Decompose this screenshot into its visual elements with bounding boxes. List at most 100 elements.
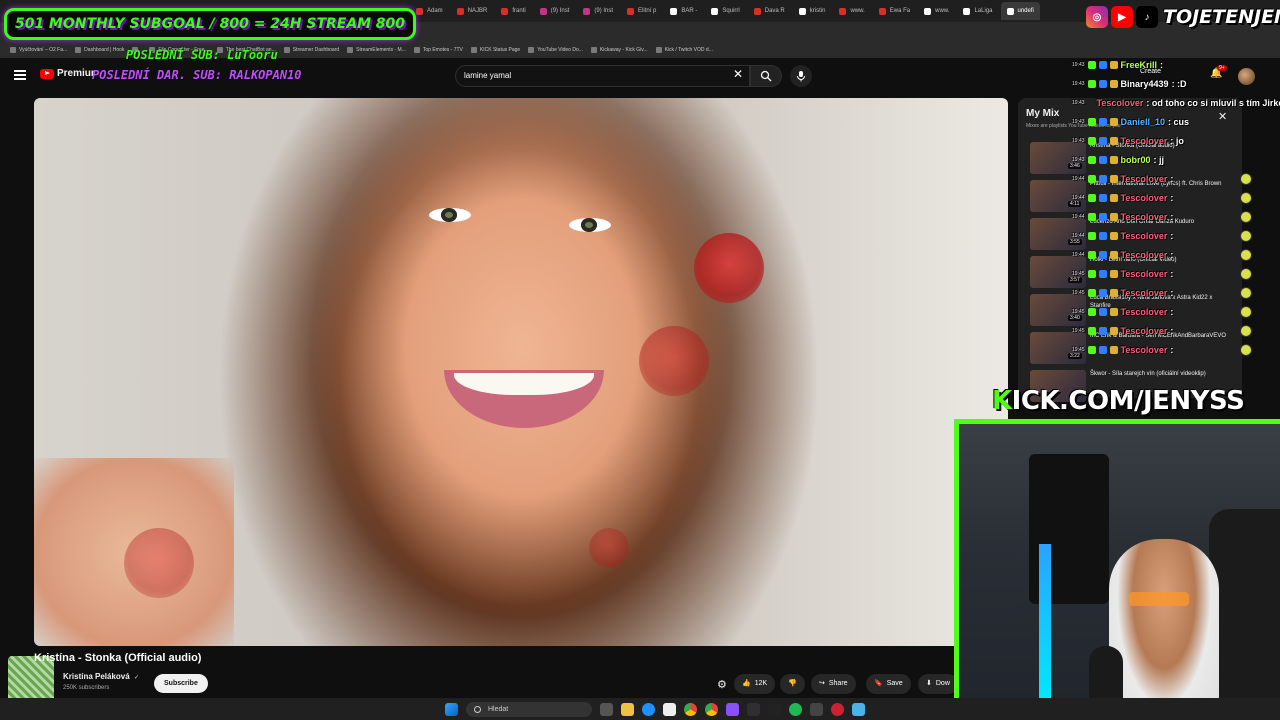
bookmark-item[interactable]: YouTube Video Do...	[528, 47, 583, 53]
bookmark-label: Kick / Twitch VOD d...	[664, 47, 713, 53]
bookmark-label: Kickaway - Kick Giv...	[599, 47, 648, 53]
app-icon[interactable]	[831, 702, 844, 716]
spotify-icon[interactable]	[789, 702, 802, 716]
browser-tab[interactable]: NAJBR	[451, 2, 494, 20]
chrome-icon[interactable]	[705, 702, 718, 716]
bookmark-label: Top Emotes - 7TV	[422, 47, 463, 53]
moderator-badge-icon	[1098, 251, 1107, 259]
chat-timestamp: 19:44	[1072, 176, 1085, 182]
bookmark-item[interactable]: Kick / Twitch VOD d...	[655, 47, 713, 53]
bookmark-item[interactable]: Dashboard | Hook	[75, 47, 124, 53]
chat-timestamp: 19:45	[1072, 309, 1085, 315]
bookmark-label: Vyúčtování – O2 Fa...	[19, 47, 68, 53]
tab-label: Ewa Fa	[889, 8, 911, 14]
edge-icon[interactable]	[642, 702, 655, 716]
discord-icon[interactable]	[726, 702, 739, 716]
start-icon[interactable]	[445, 702, 458, 716]
thumbs-up-icon: 👍	[742, 680, 751, 687]
chat-username: Tescolover	[1120, 345, 1168, 355]
chat-timestamp: 19:44	[1072, 195, 1085, 201]
bookmark-item[interactable]: Kickaway - Kick Giv...	[590, 47, 648, 53]
save-button[interactable]: 🔖 Save	[866, 674, 911, 694]
video-frame-eye-right	[569, 218, 611, 232]
search-button[interactable]	[750, 65, 782, 87]
cam-streamer	[1109, 539, 1219, 720]
windows-taskbar: Hledat	[0, 698, 1280, 720]
like-button[interactable]: 👍 12K	[734, 674, 776, 694]
browser-tab[interactable]: franti	[495, 2, 531, 20]
bookmark-item[interactable]: Vyúčtování – O2 Fa...	[10, 47, 67, 53]
chat-timestamp: 19:43	[1072, 138, 1085, 144]
task-view-icon[interactable]	[600, 702, 613, 716]
gear-icon[interactable]: ⚙	[717, 678, 727, 691]
chat-text: :	[1170, 345, 1174, 355]
file-explorer-icon[interactable]	[621, 702, 634, 716]
chat-username: Binary4439	[1120, 79, 1169, 89]
kick-badge-icon	[1087, 137, 1096, 145]
kick-url-prefix: K	[992, 386, 1012, 416]
browser-tab[interactable]: LaLiga	[957, 2, 998, 20]
bookmark-label: YouTube Video Do...	[537, 47, 583, 53]
chrome-icon[interactable]	[684, 702, 697, 716]
video-player[interactable]	[34, 98, 1008, 646]
chat-timestamp: 19:43	[1072, 81, 1085, 87]
browser-tab[interactable]: kristin	[793, 2, 832, 20]
subscriber-badge-icon	[1109, 61, 1118, 69]
browser-tab[interactable]: (9) Inst	[534, 2, 576, 20]
chat-username: FreeKrill	[1120, 60, 1158, 70]
bookmark-favicon-icon	[283, 47, 290, 53]
browser-tab[interactable]: Elitní p	[621, 2, 662, 20]
chat-username: Tescolover	[1096, 98, 1144, 108]
dislike-button[interactable]: 👎	[780, 674, 805, 694]
store-icon[interactable]	[663, 702, 676, 716]
tab-label: LaLiga	[974, 8, 993, 14]
browser-tab[interactable]: www.	[833, 2, 870, 20]
download-button[interactable]: ⬇ Dow	[918, 674, 958, 694]
tab-label: Adam	[427, 8, 443, 14]
moderator-badge-icon	[1098, 137, 1107, 145]
tab-favicon-icon	[1006, 7, 1014, 15]
obs-icon[interactable]	[747, 702, 760, 716]
menu-icon[interactable]	[14, 70, 26, 80]
tab-label: (9) Inst	[594, 8, 614, 14]
share-button[interactable]: ↪ Share	[811, 674, 856, 694]
chat-text: :	[1170, 307, 1174, 317]
chat-username: Tescolover	[1120, 136, 1168, 146]
subscriber-badge-icon	[1109, 289, 1118, 297]
browser-tab[interactable]: (9) Inst	[577, 2, 619, 20]
tab-label: NAJBR	[467, 8, 488, 14]
channel-name[interactable]: Kristína Peláková ✓	[63, 672, 139, 681]
emote-icon	[1240, 325, 1252, 337]
browser-tab[interactable]: BAR -	[664, 2, 703, 20]
app-icon[interactable]	[810, 702, 823, 716]
thumbs-down-icon: 👎	[788, 680, 797, 687]
kick-badge-icon	[1087, 346, 1096, 354]
chat-username: Tescolover	[1120, 288, 1168, 298]
chat-username: Tescolover	[1120, 193, 1168, 203]
browser-tab[interactable]: Dava R	[748, 2, 791, 20]
browser-tab[interactable]: www.	[918, 2, 955, 20]
taskbar-search[interactable]: Hledat	[466, 701, 592, 717]
bookmark-item[interactable]: StreamElements - M...	[347, 47, 406, 53]
browser-tab[interactable]: undefi	[1000, 2, 1040, 20]
chat-message: 19:45 Tescolover:	[1072, 266, 1252, 282]
chat-text: :	[1160, 60, 1164, 70]
bookmark-item[interactable]: KICK Status Page	[470, 47, 520, 53]
bookmark-item[interactable]: Streamer Dashboard	[283, 47, 339, 53]
microphone-icon	[797, 71, 805, 82]
subscribe-button[interactable]: Subscribe	[154, 674, 208, 693]
app-icon[interactable]	[852, 702, 865, 716]
bookmark-label: Dashboard | Hook	[84, 47, 125, 53]
voice-search-button[interactable]	[790, 65, 812, 87]
chat-text: :	[1170, 231, 1174, 241]
like-count: 12K	[754, 680, 768, 687]
clear-search-icon[interactable]: ✕	[733, 67, 743, 81]
search-input[interactable]: lamine yamal	[455, 65, 750, 87]
bookmark-label: StreamElements - M...	[356, 47, 406, 53]
browser-tab[interactable]: Ewa Fa	[873, 2, 916, 20]
bookmark-item[interactable]: Top Emotes - 7TV	[413, 47, 463, 53]
subscriber-badge-icon	[1109, 213, 1118, 221]
browser-tab[interactable]: Squirrl	[705, 2, 745, 20]
terminal-icon[interactable]	[768, 702, 781, 716]
youtube-logo[interactable]: Premium	[40, 68, 100, 79]
